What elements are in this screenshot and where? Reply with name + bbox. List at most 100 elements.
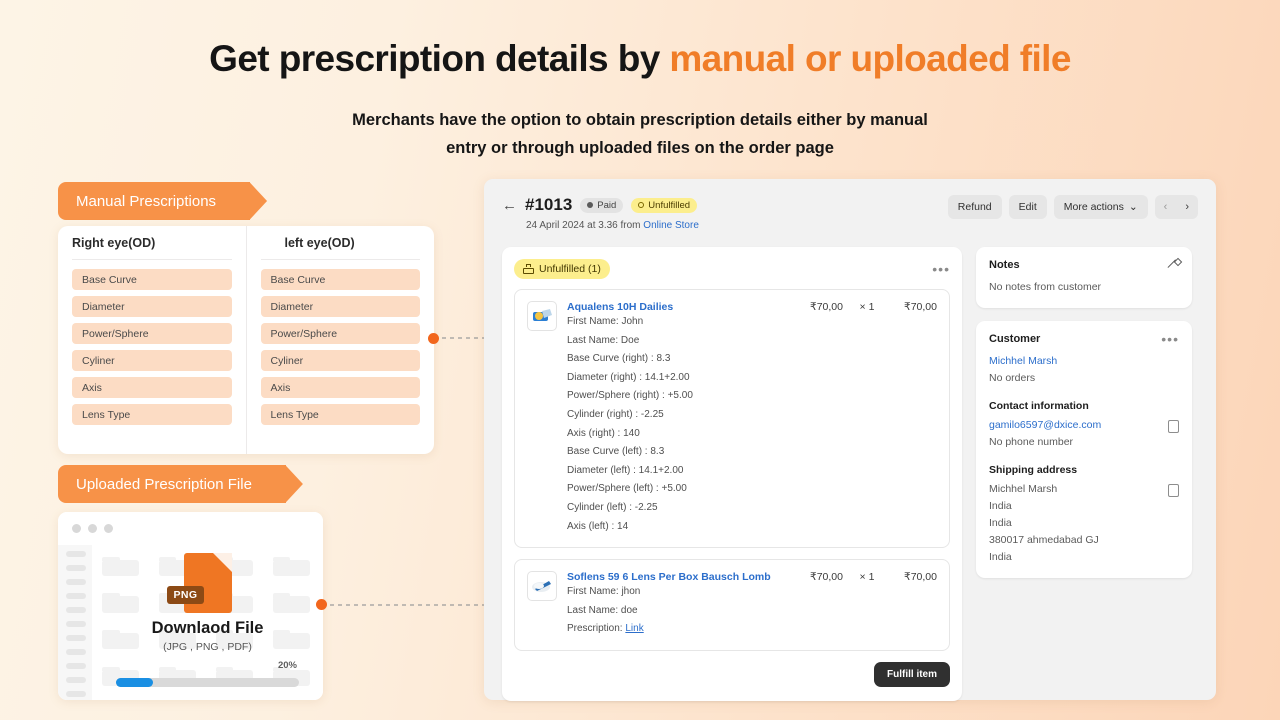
folder-icon [266, 551, 319, 584]
copy-icon[interactable] [1168, 484, 1179, 497]
line-item: Soflens 59 6 Lens Per Box Bausch Lomb ₹7… [514, 559, 950, 651]
order-number: #1013 [525, 195, 572, 215]
download-progress-fill [116, 678, 153, 687]
fulfillment-status-badge: Unfulfilled (1) [514, 259, 610, 279]
customer-orders-count: No orders [989, 370, 1179, 387]
shipping-address-row: Michhel Marsh India India 380017 ahmedab… [989, 481, 1179, 566]
notes-body: No notes from customer [989, 279, 1179, 296]
page-subtitle-line1: Merchants have the option to obtain pres… [0, 106, 1280, 134]
order-source-link[interactable]: Online Store [643, 220, 699, 231]
page-title: Get prescription details by manual or up… [0, 38, 1280, 80]
fulfill-item-button[interactable]: Fulfill item [874, 662, 950, 687]
paid-dot-icon [587, 202, 593, 208]
field-cylinder-right[interactable]: Cyliner [72, 350, 232, 371]
field-base-curve-right[interactable]: Base Curve [72, 269, 232, 290]
field-power-sphere-right[interactable]: Power/Sphere [72, 323, 232, 344]
download-progress-bar [116, 678, 299, 687]
left-eye-header: left eye(OD) [261, 226, 421, 260]
chevron-down-icon: ⌄ [1129, 201, 1138, 213]
status-unfulfilled-label: Unfulfilled [648, 200, 690, 211]
prescription-link[interactable]: Link [625, 623, 643, 634]
ribbon-upload-label: Uploaded Prescription File [76, 476, 252, 493]
order-detail-panel: ← #1013 Paid Unfulfilled 24 April 2024 a… [484, 179, 1216, 700]
fulfillment-menu-icon[interactable]: ••• [932, 265, 950, 273]
order-sidebar: Notes No notes from customer Customer ••… [976, 247, 1192, 701]
detail-axis-left: Axis (left) : 14 [567, 518, 937, 537]
quantity: × 1 [855, 301, 879, 313]
left-eye-column: left eye(OD) Base Curve Diameter Power/S… [247, 226, 435, 454]
prev-order-button[interactable]: ‹ [1155, 195, 1177, 219]
page-title-plain: Get prescription details by [209, 38, 669, 79]
more-actions-button[interactable]: More actions ⌄ [1054, 195, 1148, 219]
notes-title: Notes [989, 259, 1020, 271]
field-lens-type-left[interactable]: Lens Type [261, 404, 421, 425]
more-actions-label: More actions [1064, 201, 1124, 213]
next-order-button[interactable]: › [1176, 195, 1198, 219]
product-thumbnail [527, 301, 557, 331]
order-action-buttons: Refund Edit More actions ⌄ ‹ › [948, 195, 1198, 219]
detail-power-left: Power/Sphere (left) : +5.00 [567, 480, 937, 499]
connector-dot-upload-start [316, 599, 327, 610]
detail-diameter-right: Diameter (right) : 14.1+2.00 [567, 369, 937, 388]
folder-icon [266, 588, 319, 621]
detail-cylinder-left: Cylinder (left) : -2.25 [567, 499, 937, 518]
address-line-3: India [989, 515, 1099, 532]
field-base-curve-left[interactable]: Base Curve [261, 269, 421, 290]
order-meta-prefix: 24 April 2024 at 3.36 from [526, 220, 643, 231]
address-line-1: Michhel Marsh [989, 481, 1099, 498]
notes-header: Notes [989, 259, 1179, 271]
window-dot-yellow-icon [88, 524, 97, 533]
uploaded-file-mockup: PNG Downlaod File (JPG , PNG , PDF) 20% [58, 512, 323, 700]
order-main-column: Unfulfilled (1) ••• Aqualens [502, 247, 962, 701]
order-header: ← #1013 Paid Unfulfilled 24 April 2024 a… [502, 195, 1198, 231]
detail-power-right: Power/Sphere (right) : +5.00 [567, 387, 937, 406]
line-item-pricing: ₹70,00 × 1 ₹70,00 [799, 571, 937, 583]
field-axis-right[interactable]: Axis [72, 377, 232, 398]
ribbon-manual-prescriptions: Manual Prescriptions [58, 182, 250, 220]
refund-button[interactable]: Refund [948, 195, 1002, 219]
product-name-link[interactable]: Soflens 59 6 Lens Per Box Bausch Lomb [567, 571, 799, 583]
manual-prescription-card: Right eye(OD) Base Curve Diameter Power/… [58, 226, 434, 454]
download-file-formats: (JPG , PNG , PDF) [92, 641, 323, 653]
copy-icon[interactable] [1168, 420, 1179, 433]
detail-base-curve-left: Base Curve (left) : 8.3 [567, 443, 937, 462]
customer-email-link[interactable]: gamilo6597@dxice.com [989, 417, 1101, 434]
customer-menu-icon[interactable]: ••• [1161, 335, 1179, 343]
address-line-5: India [989, 549, 1099, 566]
status-badge-paid: Paid [580, 198, 623, 213]
customer-title: Customer [989, 333, 1040, 345]
unit-price: ₹70,00 [799, 301, 843, 313]
ribbon-uploaded-file: Uploaded Prescription File [58, 465, 286, 503]
field-power-sphere-left[interactable]: Power/Sphere [261, 323, 421, 344]
notes-card: Notes No notes from customer [976, 247, 1192, 308]
folder-icon [96, 551, 149, 584]
fulfillment-card: Unfulfilled (1) ••• Aqualens [502, 247, 962, 701]
customer-phone: No phone number [989, 434, 1179, 451]
unit-price: ₹70,00 [799, 571, 843, 583]
field-diameter-right[interactable]: Diameter [72, 296, 232, 317]
pencil-icon[interactable] [1167, 259, 1179, 271]
product-thumbnail [527, 571, 557, 601]
field-axis-left[interactable]: Axis [261, 377, 421, 398]
connector-dot-manual-start [428, 333, 439, 344]
customer-name-link[interactable]: Michhel Marsh [989, 353, 1179, 370]
fulfillment-status-label: Unfulfilled (1) [539, 263, 601, 275]
field-cylinder-left[interactable]: Cyliner [261, 350, 421, 371]
prescription-label: Prescription: [567, 623, 623, 634]
fulfillment-card-header: Unfulfilled (1) ••• [514, 259, 950, 279]
shipping-address-label: Shipping address [989, 464, 1179, 476]
product-name-link[interactable]: Aqualens 10H Dailies [567, 301, 799, 313]
edit-button[interactable]: Edit [1009, 195, 1047, 219]
order-header-left: ← #1013 Paid Unfulfilled 24 April 2024 a… [502, 195, 699, 231]
window-dot-green-icon [104, 524, 113, 533]
detail-diameter-left: Diameter (left) : 14.1+2.00 [567, 462, 937, 481]
png-file-icon: PNG [184, 553, 232, 613]
field-diameter-left[interactable]: Diameter [261, 296, 421, 317]
back-arrow-icon[interactable]: ← [502, 198, 517, 213]
field-lens-type-right[interactable]: Lens Type [72, 404, 232, 425]
mock-file-area: PNG Downlaod File (JPG , PNG , PDF) 20% [92, 545, 323, 700]
detail-first-name: First Name: John [567, 313, 937, 332]
status-paid-label: Paid [597, 200, 616, 211]
line-item-top-row: Aqualens 10H Dailies ₹70,00 × 1 ₹70,00 [567, 301, 937, 313]
detail-last-name: Last Name: doe [567, 602, 937, 621]
